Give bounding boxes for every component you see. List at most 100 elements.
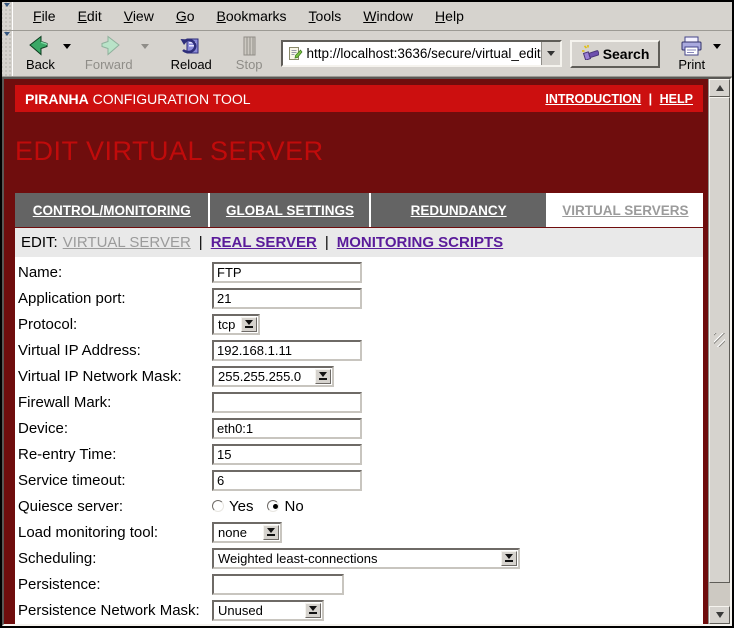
forward-icon	[96, 35, 122, 57]
scheduling-select[interactable]: Weighted least-connections	[212, 548, 520, 569]
tab-global-settings[interactable]: GLOBAL SETTINGS	[210, 193, 369, 227]
device-input[interactable]	[212, 418, 362, 439]
url-input[interactable]: http://localhost:3636/secure/virtual_edi…	[307, 46, 541, 61]
firewall-mark-input[interactable]	[212, 392, 362, 413]
field-cell	[212, 340, 362, 361]
arrow-up-icon	[716, 81, 724, 91]
piranha-page: PIRANHA CONFIGURATION TOOL INTRODUCTION …	[15, 85, 703, 624]
forward-button[interactable]: Forward	[79, 34, 139, 74]
scrollbar-track[interactable]	[709, 583, 730, 606]
subnav-link-real-server[interactable]: REAL SERVER	[211, 234, 317, 251]
quiesce-server-radio-no[interactable]	[267, 500, 279, 512]
browser-window: FileEditViewGoBookmarksToolsWindowHelp B…	[0, 0, 734, 628]
field-cell: 255.255.255.0	[212, 366, 334, 387]
scroll-down-button[interactable]	[709, 606, 730, 624]
dropdown-arrow-icon[interactable]	[315, 369, 331, 384]
stop-label: Stop	[236, 57, 263, 72]
application-port-input[interactable]	[212, 288, 362, 309]
subnav-separator: |	[199, 234, 203, 251]
field-cell: Weighted least-connections	[212, 548, 520, 569]
scrollbar-thumb[interactable]	[709, 97, 730, 583]
form-row-firewall-mark: Firewall Mark:	[15, 389, 703, 415]
field-label-virtual-ip-address: Virtual IP Address:	[15, 342, 212, 359]
selected-value: none	[218, 525, 247, 540]
quiesce-server-radio-yes[interactable]	[212, 500, 224, 512]
scroll-up-button[interactable]	[709, 79, 730, 97]
tab-redundancy[interactable]: REDUNDANCY	[371, 193, 545, 227]
field-cell	[212, 574, 344, 595]
dropdown-arrow-icon[interactable]	[263, 525, 279, 540]
tab-control-monitoring[interactable]: CONTROL/MONITORING	[15, 193, 208, 227]
forward-label: Forward	[85, 57, 133, 72]
edit-prefix: EDIT:	[21, 234, 58, 251]
toolbar-grippy[interactable]	[2, 31, 13, 76]
menu-window[interactable]: Window	[352, 8, 424, 24]
dropdown-arrow-icon[interactable]	[241, 317, 257, 332]
field-cell: none	[212, 522, 282, 543]
edit-subnav: EDIT: VIRTUAL SERVER | REAL SERVER | MONITOR…	[15, 228, 703, 257]
menu-tools[interactable]: Tools	[298, 8, 353, 24]
virtual-ip-address-input[interactable]	[212, 340, 362, 361]
menu-bookmarks[interactable]: Bookmarks	[206, 8, 298, 24]
load-monitoring-tool-select[interactable]: none	[212, 522, 282, 543]
reload-button[interactable]: Reload	[165, 34, 218, 74]
reload-label: Reload	[171, 57, 212, 72]
re-entry-time-input[interactable]	[212, 444, 362, 465]
subnav-separator: |	[325, 234, 329, 251]
field-label-application-port: Application port:	[15, 290, 212, 307]
search-button[interactable]: Search	[570, 40, 661, 68]
help-link[interactable]: HELP	[660, 92, 693, 106]
field-cell	[212, 444, 362, 465]
menubar-grippy[interactable]	[2, 2, 13, 30]
menu-help[interactable]: Help	[424, 8, 475, 24]
protocol-select[interactable]: tcp	[212, 314, 260, 335]
tab-virtual-servers[interactable]: VIRTUAL SERVERS	[548, 193, 703, 227]
url-bar[interactable]: http://localhost:3636/secure/virtual_edi…	[281, 40, 562, 67]
field-label-re-entry-time: Re-entry Time:	[15, 446, 212, 463]
form-row-name: Name:	[15, 259, 703, 285]
introduction-link[interactable]: INTRODUCTION	[545, 92, 641, 106]
virtual-ip-network-mask-select[interactable]: 255.255.255.0	[212, 366, 334, 387]
selected-value: Weighted least-connections	[218, 551, 377, 566]
name-input[interactable]	[212, 262, 362, 283]
header-nav: INTRODUCTION | HELP	[545, 92, 693, 106]
vertical-scrollbar[interactable]	[708, 79, 730, 624]
print-button[interactable]: Print	[672, 34, 711, 74]
subnav-link-monitoring-scripts[interactable]: MONITORING SCRIPTS	[337, 234, 503, 251]
selected-value: Unused	[218, 603, 263, 618]
search-label: Search	[603, 46, 650, 62]
subnav-link-virtual-server[interactable]: VIRTUAL SERVER	[63, 234, 191, 251]
back-label: Back	[26, 57, 55, 72]
service-timeout-input[interactable]	[212, 470, 362, 491]
print-label: Print	[678, 57, 705, 72]
arrow-down-icon	[716, 612, 724, 622]
menu-file[interactable]: File	[22, 8, 67, 24]
field-label-quiesce-server: Quiesce server:	[15, 498, 212, 515]
field-cell: YesNo	[212, 498, 318, 515]
tab-bar: CONTROL/MONITORINGGLOBAL SETTINGSREDUNDA…	[15, 193, 703, 227]
dropdown-arrow-icon[interactable]	[501, 551, 517, 566]
forward-dropdown-icon[interactable]	[141, 44, 149, 53]
radio-label-yes: Yes	[229, 498, 253, 515]
persistence-input[interactable]	[212, 574, 344, 595]
selected-value: 255.255.255.0	[218, 369, 301, 384]
stop-button[interactable]: Stop	[230, 34, 269, 74]
form-row-persistence: Persistence:	[15, 571, 703, 597]
url-dropdown-button[interactable]	[541, 42, 560, 65]
menu-go[interactable]: Go	[165, 8, 206, 24]
page-proxy-icon[interactable]	[283, 42, 307, 65]
dropdown-arrow-icon[interactable]	[305, 603, 321, 618]
form-row-quiesce-server: Quiesce server:YesNo	[15, 493, 703, 519]
persistence-network-mask-select[interactable]: Unused	[212, 600, 324, 621]
back-button[interactable]: Back	[20, 34, 61, 74]
menu-view[interactable]: View	[113, 8, 165, 24]
field-label-service-timeout: Service timeout:	[15, 472, 212, 489]
field-label-name: Name:	[15, 264, 212, 281]
menu-edit[interactable]: Edit	[67, 8, 113, 24]
form-row-device: Device:	[15, 415, 703, 441]
virtual-server-form: Name:Application port:Protocol:tcpVirtua…	[15, 257, 703, 624]
edit-subnav-links: VIRTUAL SERVER | REAL SERVER | MONITORING SC…	[63, 234, 503, 251]
print-dropdown-icon[interactable]	[713, 44, 721, 53]
back-dropdown-icon[interactable]	[63, 44, 71, 53]
field-cell	[212, 288, 362, 309]
